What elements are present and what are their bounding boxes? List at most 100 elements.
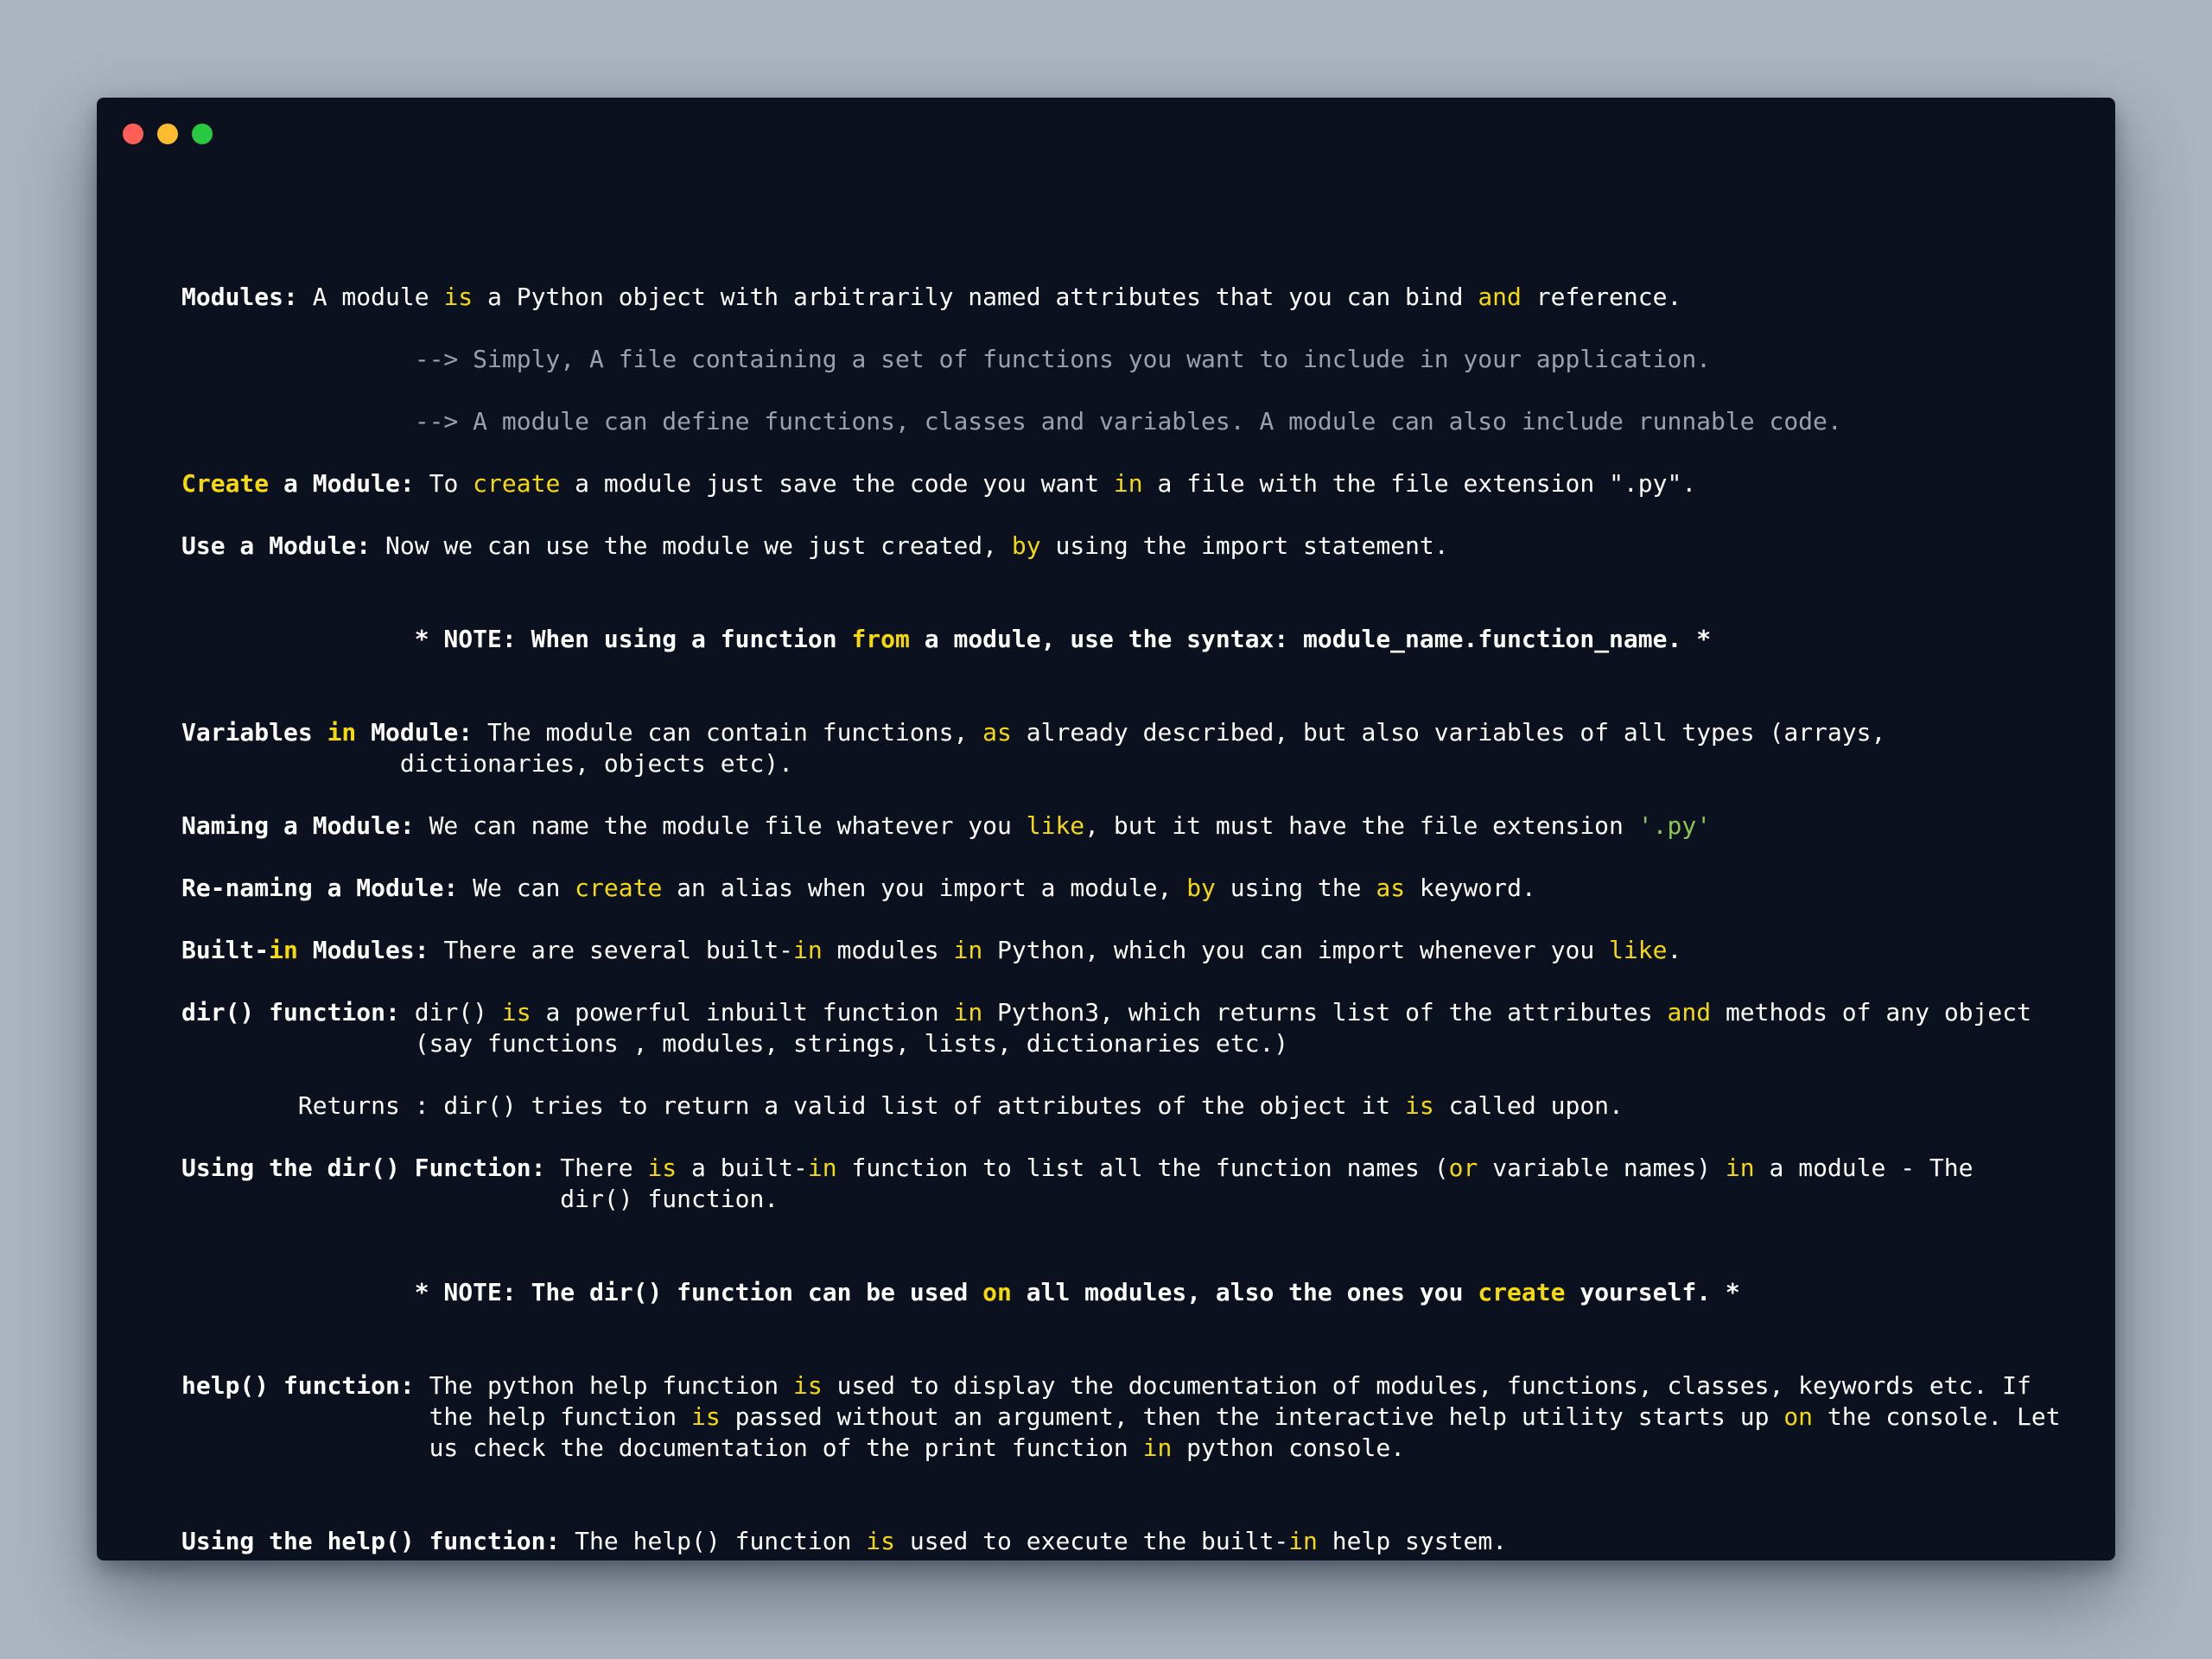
text-segment: There: [545, 1154, 648, 1182]
text-segment: a Python object with arbitrarily named a…: [473, 283, 1478, 311]
text-segment: The python help function: [414, 1371, 794, 1400]
line-using-dir-cont: dir() function.: [181, 1184, 779, 1215]
line-modules: Modules: A module is a Python object wit…: [181, 282, 1681, 313]
code-content: Modules: A module is a Python object wit…: [181, 184, 2081, 1555]
text-segment: a module - The: [1754, 1154, 1974, 1182]
text-segment: like: [1609, 936, 1668, 964]
text-segment: all modules, also the ones you: [1011, 1278, 1478, 1306]
text-segment: passed without an argument, then the int…: [720, 1402, 1784, 1431]
line-simply: --> Simply, A file containing a set of f…: [181, 344, 1711, 375]
text-segment: Naming a Module:: [181, 811, 415, 840]
line-help-function-cont1: the help function is passed without an a…: [181, 1402, 2061, 1433]
text-segment: used to display the documentation of mod…: [822, 1371, 2031, 1400]
line-create-module: Create a Module: To create a module just…: [181, 468, 1696, 499]
text-segment: Modules:: [297, 936, 429, 964]
text-segment: as: [982, 718, 1012, 747]
text-segment: We can name the module file whatever you: [414, 811, 1027, 840]
line-variables-cont: dictionaries, objects etc).: [181, 748, 793, 779]
text-segment: in: [953, 936, 983, 964]
maximize-button[interactable]: [192, 124, 213, 144]
text-segment: in: [1725, 1154, 1755, 1182]
text-segment: a built-: [677, 1154, 808, 1182]
text-segment: Returns : dir() tries to return a valid …: [181, 1091, 1406, 1120]
text-segment: as: [1376, 874, 1406, 902]
text-segment: already described, but also variables of…: [1011, 718, 1886, 747]
line-variables: Variables in Module: The module can cont…: [181, 717, 1885, 748]
line-renaming: Re-naming a Module: We can create an ali…: [181, 873, 1536, 904]
text-segment: dir(): [399, 998, 502, 1027]
text-segment: --> Simply, A file containing a set of f…: [181, 345, 1712, 373]
text-segment: by: [1011, 531, 1041, 560]
text-segment: Variables: [181, 718, 327, 747]
text-segment: variable names): [1478, 1154, 1726, 1182]
text-segment: create: [575, 874, 663, 902]
text-segment: in: [327, 718, 357, 747]
close-button[interactable]: [123, 124, 143, 144]
text-segment: create: [473, 469, 561, 498]
text-segment: There are several built-: [429, 936, 794, 964]
line-use-module: Use a Module: Now we can use the module …: [181, 531, 1449, 562]
text-segment: * NOTE: When using a function: [181, 625, 852, 653]
line-note-dir: * NOTE: The dir() function can be used o…: [181, 1277, 1740, 1308]
text-segment: create: [1478, 1278, 1566, 1306]
text-segment: dictionaries, objects etc).: [181, 749, 794, 778]
text-segment: is: [1405, 1091, 1434, 1120]
text-segment: in: [793, 936, 823, 964]
text-segment: '.py': [1637, 811, 1712, 840]
text-segment: Re-naming a Module:: [181, 874, 459, 902]
code-window: Modules: A module is a Python object wit…: [97, 98, 2115, 1560]
text-segment: dir() function.: [181, 1185, 779, 1213]
line-help-function: help() function: The python help functio…: [181, 1370, 2031, 1402]
text-segment: modules: [822, 936, 954, 964]
text-segment: using the import statement.: [1040, 531, 1449, 560]
text-segment: keyword.: [1405, 874, 1536, 902]
text-segment: Use a Module:: [181, 531, 372, 560]
text-segment: To: [414, 469, 474, 498]
line-note-syntax: * NOTE: When using a function from a mod…: [181, 624, 1711, 655]
text-segment: reference.: [1521, 283, 1682, 311]
text-segment: help system.: [1317, 1527, 1508, 1555]
text-segment: the console. Let: [1813, 1402, 2061, 1431]
text-segment: or: [1448, 1154, 1478, 1182]
text-segment: help() function:: [181, 1371, 415, 1400]
text-segment: .: [1667, 936, 1682, 964]
text-segment: --> A module can define functions, class…: [181, 407, 1842, 435]
line-help-function-cont2: us check the documentation of the print …: [181, 1433, 1405, 1464]
text-segment: Python, which you can import whenever yo…: [982, 936, 1610, 964]
text-segment: , but it must have the file extension: [1084, 811, 1638, 840]
text-segment: * NOTE: The dir() function can be used: [181, 1278, 983, 1306]
text-segment: is: [691, 1402, 721, 1431]
text-segment: and: [1667, 998, 1712, 1027]
text-segment: Module:: [356, 718, 474, 747]
text-segment: a module, use the syntax: module_name.fu…: [909, 625, 1712, 653]
text-segment: a powerful inbuilt function: [531, 998, 954, 1027]
text-segment: is: [501, 998, 531, 1027]
text-segment: in: [807, 1154, 837, 1182]
text-segment: is: [866, 1527, 896, 1555]
text-segment: The help() function: [560, 1527, 867, 1555]
minimize-button[interactable]: [157, 124, 178, 144]
text-segment: the help function: [181, 1402, 692, 1431]
text-segment: Create: [181, 469, 270, 498]
text-segment: yourself. *: [1565, 1278, 1740, 1306]
text-segment: in: [1113, 469, 1143, 498]
text-segment: a module just save the code you want: [560, 469, 1114, 498]
text-segment: by: [1186, 874, 1216, 902]
line-returns: Returns : dir() tries to return a valid …: [181, 1090, 1624, 1122]
text-segment: from: [851, 625, 910, 653]
text-segment: called upon.: [1433, 1091, 1624, 1120]
text-segment: Python3, which returns list of the attri…: [982, 998, 1668, 1027]
text-segment: in: [1288, 1527, 1318, 1555]
text-segment: like: [1026, 811, 1085, 840]
text-segment: Now we can use the module we just create…: [371, 531, 1012, 560]
text-segment: a file with the file extension ".py".: [1142, 469, 1697, 498]
text-segment: an alias when you import a module,: [662, 874, 1187, 902]
line-module-define: --> A module can define functions, class…: [181, 406, 1842, 437]
text-segment: Modules:: [181, 283, 298, 311]
text-segment: on: [982, 1278, 1012, 1306]
text-segment: and: [1478, 283, 1522, 311]
text-segment: dir() function:: [181, 998, 400, 1027]
text-segment: (say functions , modules, strings, lists…: [181, 1029, 1289, 1058]
text-segment: in: [1142, 1433, 1173, 1462]
text-segment: used to execute the built-: [895, 1527, 1289, 1555]
